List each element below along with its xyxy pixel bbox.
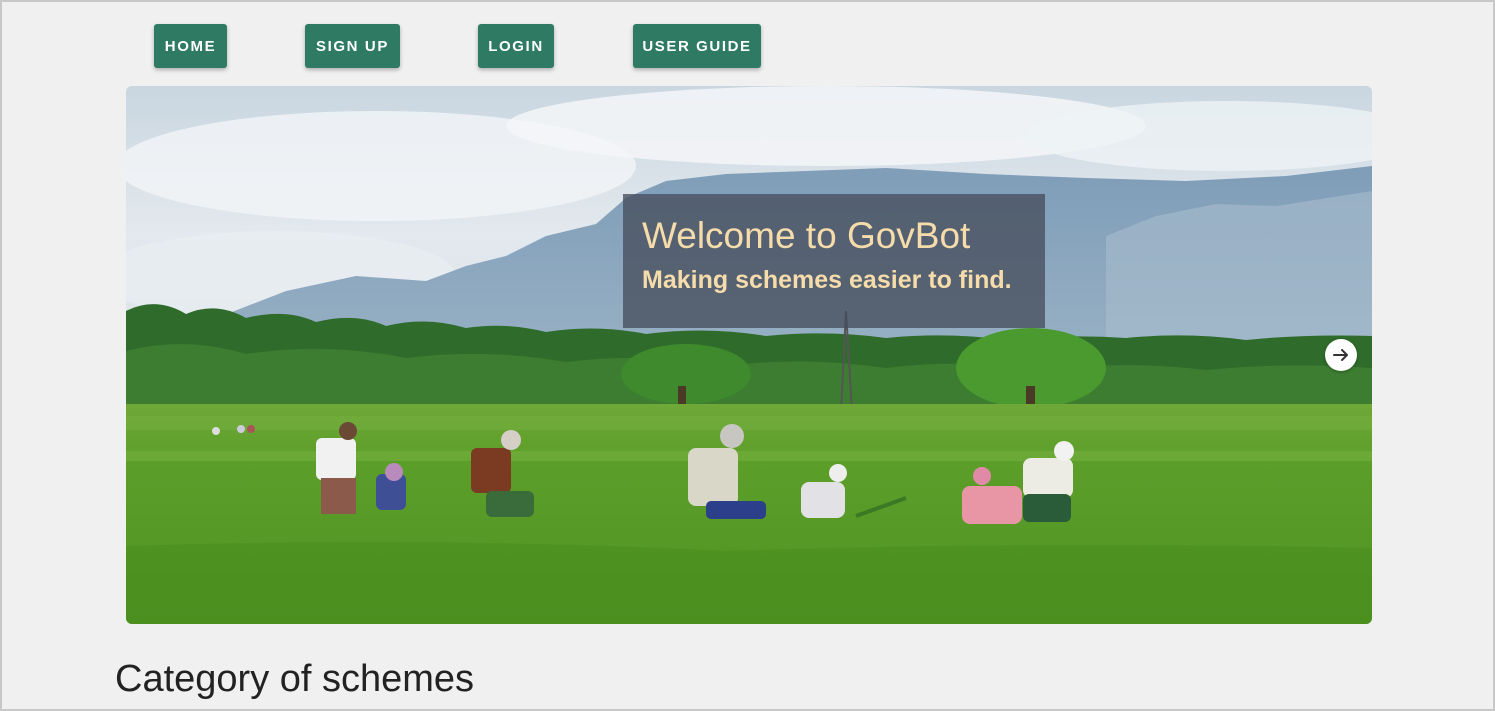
home-button[interactable]: HOME <box>154 24 227 68</box>
arrow-right-icon <box>1333 349 1348 361</box>
hero-carousel: Welcome to GovBot Making schemes easier … <box>126 86 1372 624</box>
hero-subtitle: Making schemes easier to find. <box>642 266 1012 294</box>
hero-title: Welcome to GovBot <box>642 215 971 256</box>
hero-caption: Welcome to GovBot Making schemes easier … <box>623 194 1045 328</box>
hero-image <box>126 86 1372 624</box>
sign-up-button[interactable]: SIGN UP <box>305 24 400 68</box>
carousel-next-button[interactable] <box>1325 339 1357 371</box>
page-frame: HOME SIGN UP LOGIN USER GUIDE Welcome to… <box>0 0 1495 711</box>
section-heading: Category of schemes <box>115 658 475 700</box>
login-button[interactable]: LOGIN <box>478 24 554 68</box>
user-guide-button[interactable]: USER GUIDE <box>633 24 761 68</box>
